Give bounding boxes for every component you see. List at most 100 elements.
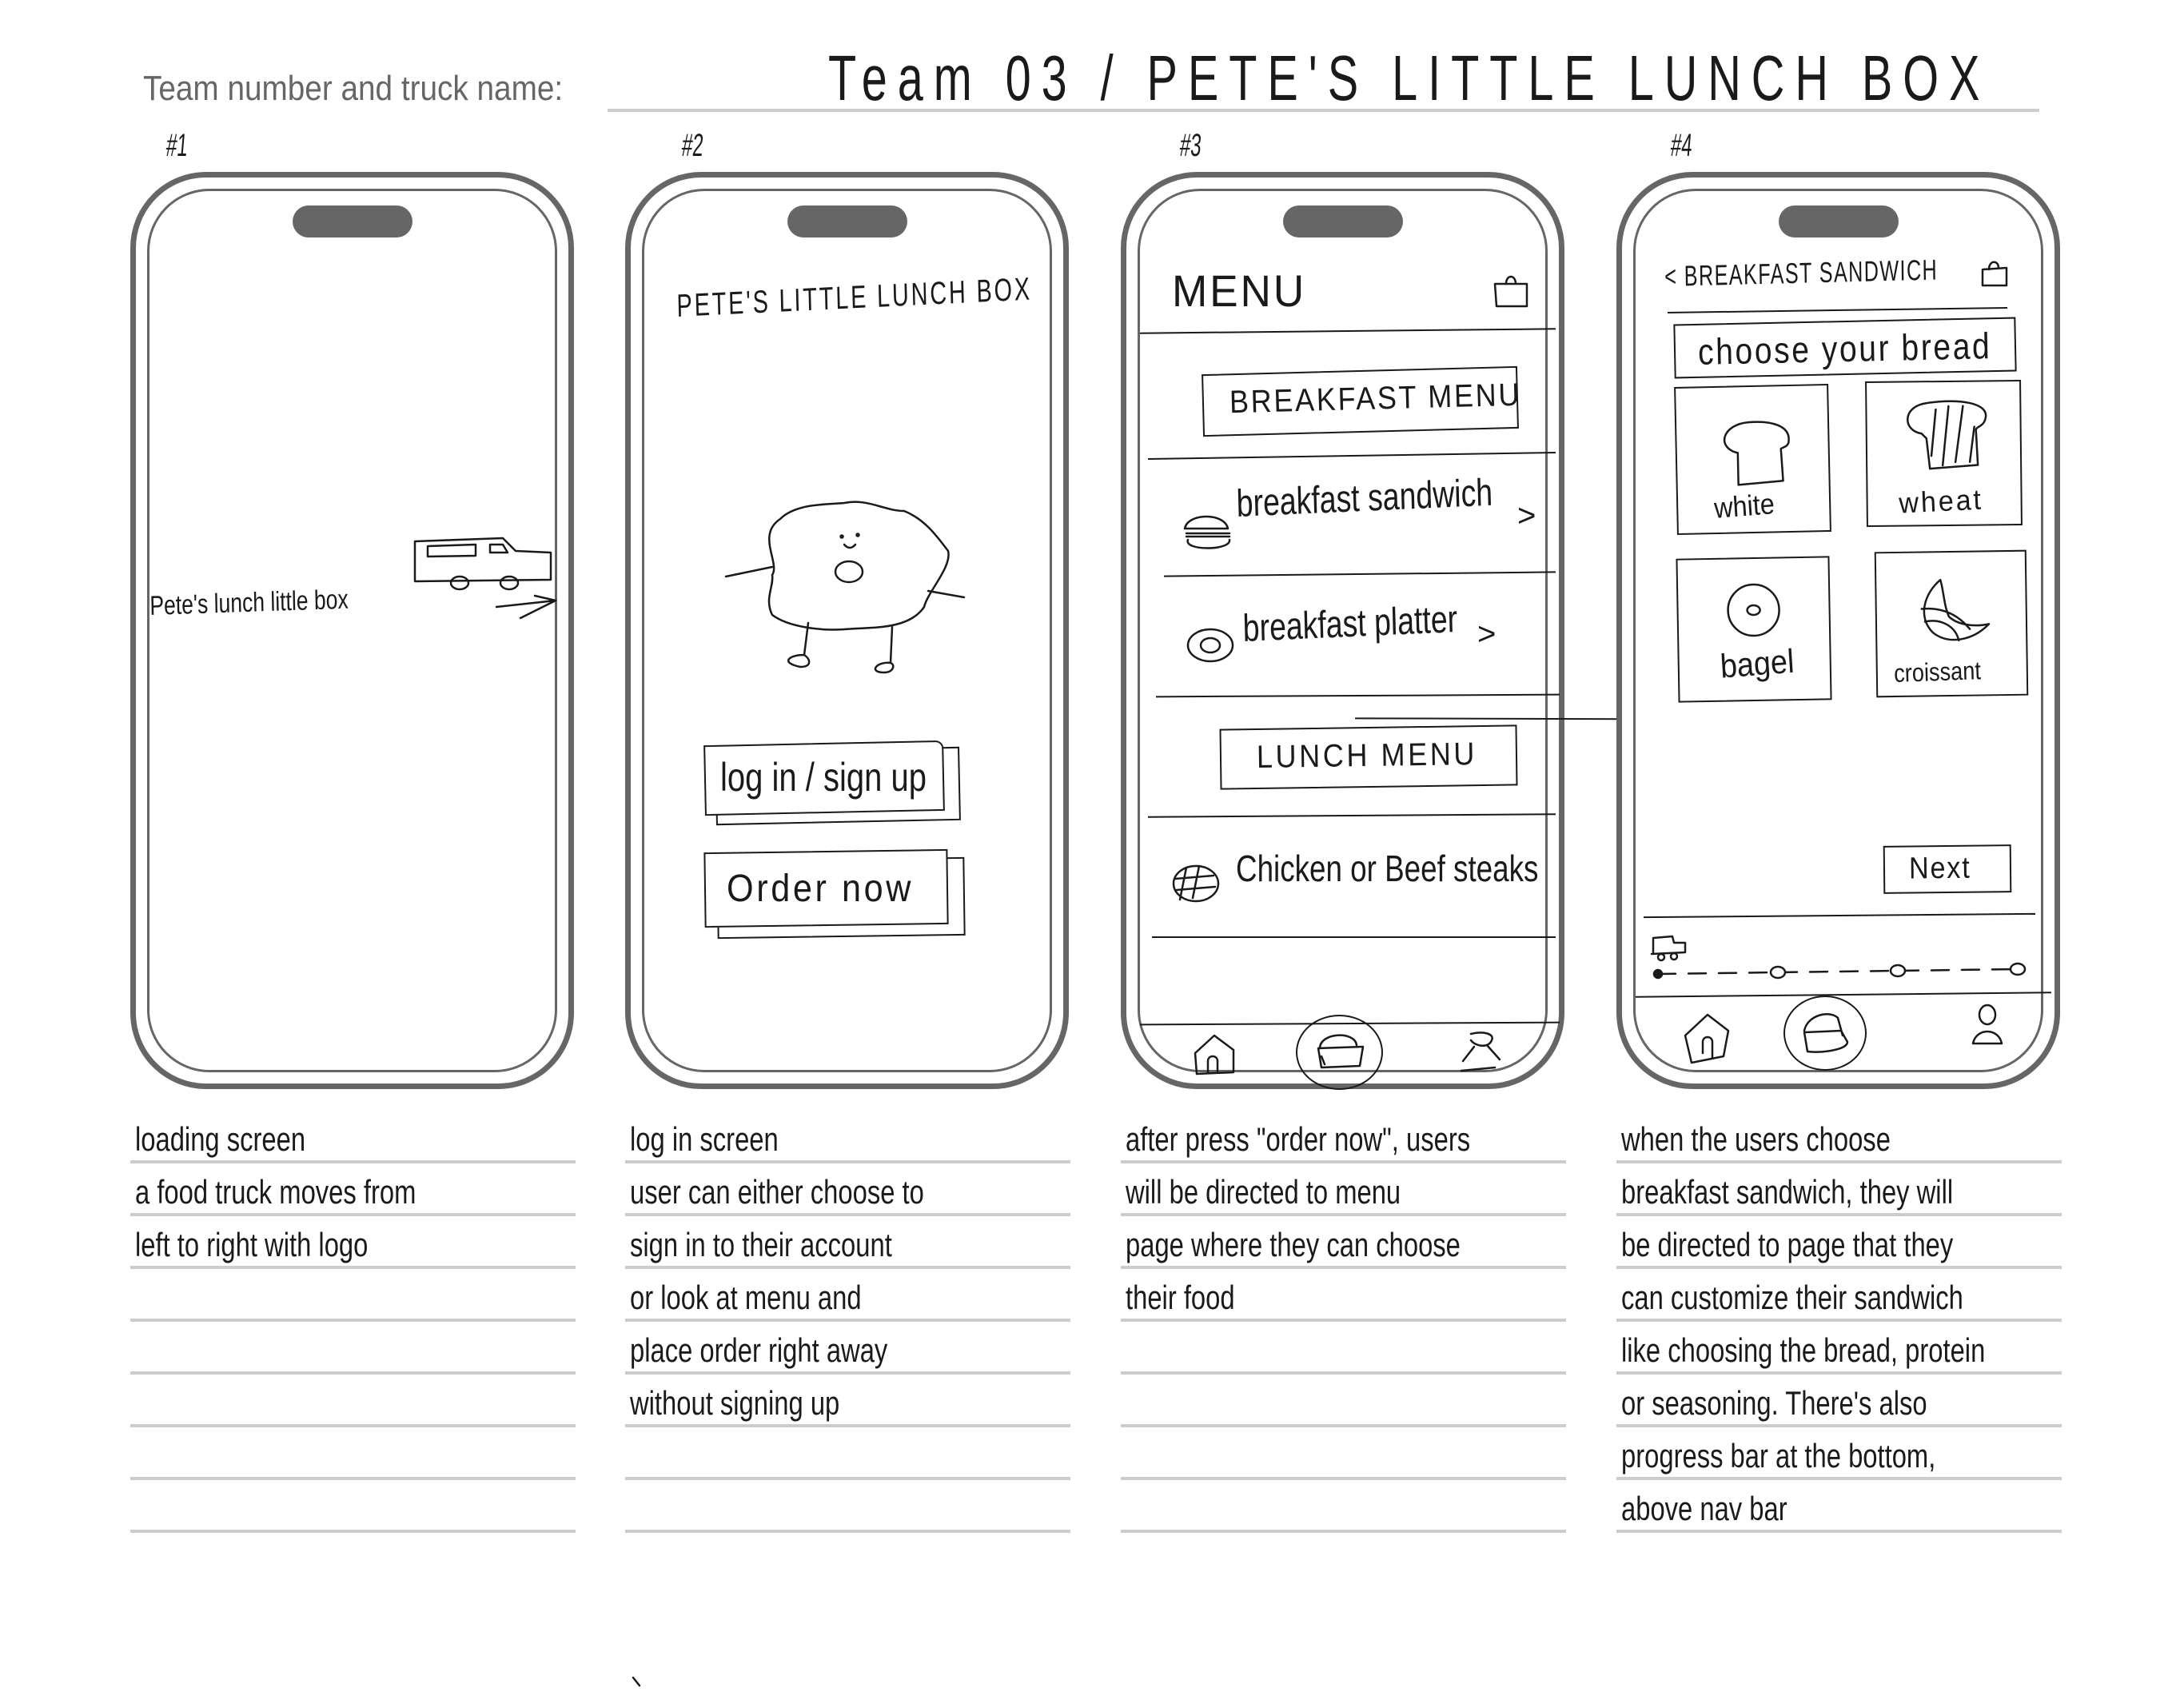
- ruled-line: [1121, 1424, 1566, 1427]
- wheat-bread-icon: [1907, 400, 1987, 470]
- ruled-line: [625, 1371, 1070, 1375]
- progress-step-pending: [2009, 962, 2027, 976]
- progress-step-complete: [1652, 968, 1664, 980]
- profile-icon[interactable]: [1460, 1029, 1508, 1077]
- home-icon[interactable]: [1192, 1032, 1240, 1076]
- lunch-menu-heading: LUNCH MENU: [1219, 724, 1518, 790]
- stray-pen-mark: [632, 1676, 641, 1687]
- app-title: PETE'S LITTLE LUNCH BOX: [676, 271, 1033, 324]
- phone-frame-1: Pete's lunch little box: [130, 172, 574, 1089]
- phone-screen-4: < BREAKFAST SANDWICH choose your bread w…: [1633, 189, 2051, 1072]
- next-button[interactable]: Next: [1883, 844, 2012, 894]
- order-now-button[interactable]: Order now: [703, 848, 976, 947]
- ruled-line: [1121, 1213, 1566, 1216]
- white-bread-icon: [1723, 421, 1790, 486]
- note-line: log in screen: [630, 1120, 779, 1158]
- note-line: be directed to page that they: [1621, 1226, 1954, 1263]
- bread-label: bagel: [1719, 641, 1795, 685]
- ruled-line: [1616, 1371, 2062, 1375]
- phone-notch: [292, 206, 412, 237]
- divider: [1140, 328, 1556, 334]
- bread-option-bagel[interactable]: bagel: [1676, 556, 1832, 703]
- ruled-line: [1121, 1530, 1566, 1533]
- ruled-line: [130, 1477, 576, 1480]
- menu-title: MENU: [1172, 265, 1307, 316]
- next-label: Next: [1908, 851, 1971, 886]
- note-line: left to right with logo: [135, 1226, 369, 1263]
- note-line: when the users choose: [1621, 1120, 1891, 1158]
- ruled-line: [1121, 1477, 1566, 1480]
- item-label: breakfast platter: [1242, 597, 1458, 650]
- ruled-line: [130, 1424, 576, 1427]
- menu-item-chicken-beef-steaks[interactable]: Chicken or Beef steaks: [1148, 823, 1564, 927]
- bottom-nav-bar: [1636, 996, 2055, 1071]
- phone-notch: [1282, 206, 1403, 237]
- ruled-line: [1121, 1160, 1566, 1163]
- progress-step-pending: [1769, 965, 1787, 980]
- screen-number-1: #1: [165, 128, 189, 163]
- burger-icon: [1183, 515, 1231, 549]
- phone-screen-3: MENU BREAKFAST MENU breakfast sandwich >: [1138, 189, 1560, 1090]
- ruled-line: [1121, 1266, 1566, 1269]
- loading-logo-text: Pete's lunch little box: [149, 584, 349, 621]
- menu-item-breakfast-sandwich[interactable]: breakfast sandwich >: [1148, 463, 1556, 567]
- phone-notch: [787, 206, 907, 237]
- arrow-right-icon: [495, 594, 557, 620]
- progress-dashed-line: [1656, 968, 2019, 976]
- shopping-bag-icon[interactable]: [1492, 271, 1532, 311]
- bread-option-white[interactable]: white: [1674, 383, 1831, 536]
- phone-frame-3: MENU BREAKFAST MENU breakfast sandwich >: [1121, 172, 1564, 1090]
- phone-notch: [1778, 206, 1899, 237]
- note-line: will be directed to menu: [1126, 1173, 1401, 1211]
- chevron-right-icon: >: [1517, 498, 1536, 533]
- note-line: page where they can choose: [1126, 1226, 1461, 1263]
- ruled-line: [625, 1477, 1070, 1480]
- bread-option-wheat[interactable]: wheat: [1865, 379, 2023, 528]
- menu-item-breakfast-platter[interactable]: breakfast platter >: [1148, 583, 1556, 687]
- ruled-line: [1616, 1319, 2062, 1322]
- ruled-line: [1616, 1477, 2062, 1480]
- bottom-nav-bar: [1140, 1015, 1560, 1090]
- food-box-icon: [1317, 1034, 1365, 1069]
- ruled-line: [625, 1319, 1070, 1322]
- ruled-line: [1616, 1213, 2062, 1216]
- ruled-line: [130, 1530, 576, 1533]
- note-line: like choosing the bread, protein: [1621, 1331, 1986, 1369]
- note-line: breakfast sandwich, they will: [1621, 1173, 1954, 1211]
- shopping-bag-icon[interactable]: [1979, 257, 2011, 289]
- ruled-line: [1121, 1319, 1566, 1322]
- ruled-line: [625, 1160, 1070, 1163]
- back-button[interactable]: < BREAKFAST SANDWICH: [1664, 253, 1938, 293]
- note-line: above nav bar: [1621, 1490, 1787, 1527]
- screen-number-2: #2: [680, 128, 705, 163]
- breakfast-heading-label: BREAKFAST MENU: [1229, 377, 1522, 421]
- divider: [1147, 813, 1556, 818]
- team-label: Team number and truck name:: [143, 69, 564, 108]
- screen-number-4: #4: [1669, 128, 1694, 163]
- croissant-icon: [1920, 578, 1991, 642]
- ruled-line: [1616, 1530, 2062, 1533]
- login-label: log in / sign up: [720, 755, 927, 800]
- step-title-box: choose your bread: [1673, 317, 2017, 379]
- bread-option-croissant[interactable]: croissant: [1874, 549, 2029, 698]
- divider: [1155, 693, 1560, 698]
- bread-label: croissant: [1893, 656, 1982, 688]
- note-line: loading screen: [135, 1120, 306, 1158]
- phone-frame-2: PETE'S LITTLE LUNCH BOX log in / sign up…: [625, 172, 1069, 1089]
- login-signup-button[interactable]: log in / sign up: [703, 740, 968, 831]
- step-title: choose your bread: [1697, 325, 1992, 373]
- home-icon[interactable]: [1684, 1012, 1740, 1067]
- divider: [1164, 571, 1556, 577]
- phone-screen-2: PETE'S LITTLE LUNCH BOX log in / sign up…: [642, 189, 1052, 1072]
- profile-icon[interactable]: [1963, 1004, 2011, 1059]
- screen-number-3: #3: [1178, 128, 1203, 163]
- nav-item-menu-active[interactable]: [1783, 996, 1867, 1071]
- note-line: user can either choose to: [630, 1173, 924, 1211]
- nav-item-menu-active[interactable]: [1296, 1015, 1383, 1090]
- ruled-line: [625, 1424, 1070, 1427]
- ruled-line: [130, 1319, 576, 1322]
- progress-track: [1652, 962, 2027, 980]
- bagel-icon: [1727, 583, 1780, 637]
- breakfast-menu-heading: BREAKFAST MENU: [1202, 365, 1522, 437]
- progress-bar: [1642, 935, 2042, 991]
